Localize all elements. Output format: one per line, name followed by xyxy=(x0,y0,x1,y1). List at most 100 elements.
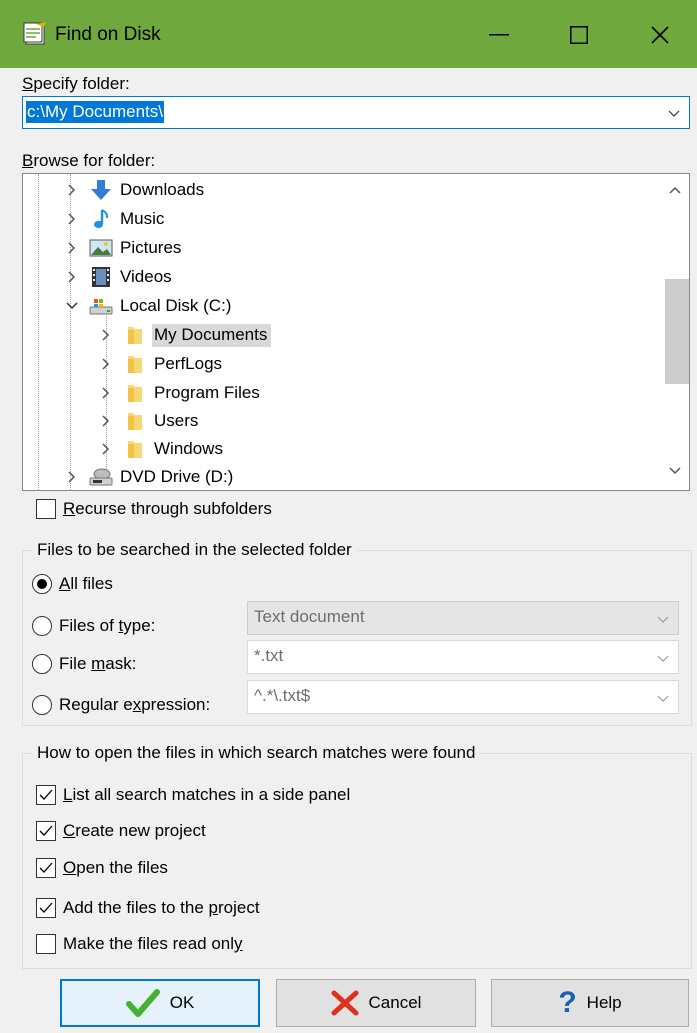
vertical-scrollbar[interactable] xyxy=(661,174,689,490)
file-type-value: Text document xyxy=(254,607,365,626)
tree-item-my-documents[interactable]: My Documents xyxy=(98,321,272,349)
folder-icon xyxy=(122,382,148,404)
tree-item-label: Downloads xyxy=(120,179,205,199)
expand-arrow-icon[interactable] xyxy=(98,413,114,429)
files-of-type-option[interactable]: Files of type: xyxy=(32,616,155,636)
create-project-option[interactable]: Create new project xyxy=(36,821,206,841)
recurse-checkbox[interactable] xyxy=(36,499,56,519)
expand-arrow-icon[interactable] xyxy=(64,182,80,198)
tree-item-label: Users xyxy=(154,410,199,430)
tree-item-label: Program Files xyxy=(154,382,260,402)
expand-arrow-icon[interactable] xyxy=(64,240,80,256)
collapse-arrow-icon[interactable] xyxy=(64,298,80,314)
tree-item-pictures[interactable]: Pictures xyxy=(64,234,185,262)
film-icon xyxy=(88,266,114,288)
list-matches-checkbox[interactable] xyxy=(36,785,56,805)
file-mask-value[interactable]: *.txt xyxy=(254,646,283,666)
open-files-checkbox[interactable] xyxy=(36,858,56,878)
all-files-option[interactable]: All files xyxy=(32,574,113,594)
open-files-label: Open the files xyxy=(63,858,168,877)
checkmark-icon xyxy=(125,989,160,1017)
create-project-checkbox[interactable] xyxy=(36,821,56,841)
regex-combo[interactable]: ^.*\.txt$ xyxy=(247,680,679,714)
tree-item-program-files[interactable]: Program Files xyxy=(98,379,264,407)
regex-value[interactable]: ^.*\.txt$ xyxy=(254,686,310,706)
folder-value[interactable]: c:\My Documents\ xyxy=(26,101,165,123)
read-only-option[interactable]: Make the files read only xyxy=(36,934,243,954)
cancel-button[interactable]: Cancel xyxy=(276,979,476,1027)
checkmark-icon xyxy=(39,902,53,913)
tree-item-perflogs[interactable]: PerfLogs xyxy=(98,350,226,378)
expand-arrow-icon[interactable] xyxy=(98,441,114,457)
folder-combo[interactable]: c:\My Documents\ xyxy=(22,96,690,129)
cancel-label: Cancel xyxy=(368,993,422,1012)
chevron-down-icon[interactable] xyxy=(657,655,669,662)
close-button[interactable] xyxy=(632,12,688,58)
tree-item-local-disk[interactable]: Local Disk (C:) xyxy=(64,292,235,320)
all-files-radio[interactable] xyxy=(32,574,52,594)
tree-item-downloads[interactable]: Downloads xyxy=(64,176,208,204)
expand-arrow-icon[interactable] xyxy=(64,269,80,285)
files-group-title: Files to be searched in the selected fol… xyxy=(32,540,357,560)
ok-button[interactable]: OK xyxy=(60,979,260,1027)
tree-item-label: Local Disk (C:) xyxy=(120,295,232,315)
regex-label: Regular expression: xyxy=(59,695,211,714)
file-mask-option[interactable]: File mask: xyxy=(32,654,136,674)
all-files-label: All files xyxy=(59,574,113,593)
tree-item-music[interactable]: Music xyxy=(64,205,168,233)
music-note-icon xyxy=(88,208,114,230)
tree-item-label: Music xyxy=(120,208,165,228)
tree-item-label: Videos xyxy=(120,266,172,286)
regex-option[interactable]: Regular expression: xyxy=(32,695,210,715)
browse-folder-label: Browse for folder: xyxy=(22,151,156,170)
ok-label: OK xyxy=(169,993,195,1012)
local-disk-icon xyxy=(88,295,114,317)
file-type-dropdown[interactable]: Text document xyxy=(247,601,679,635)
chevron-down-icon[interactable] xyxy=(657,616,669,623)
download-icon xyxy=(88,179,114,201)
tree-item-label: My Documents xyxy=(152,323,272,347)
expand-arrow-icon[interactable] xyxy=(98,327,114,343)
recurse-option[interactable]: Recurse through subfolders xyxy=(36,499,272,519)
file-mask-combo[interactable]: *.txt xyxy=(247,640,679,674)
read-only-label: Make the files read only xyxy=(63,934,243,953)
checkmark-icon xyxy=(39,862,53,873)
scroll-down-icon[interactable] xyxy=(669,467,681,475)
pictures-icon xyxy=(88,237,114,259)
read-only-checkbox[interactable] xyxy=(36,934,56,954)
list-matches-option[interactable]: List all search matches in a side panel xyxy=(36,785,350,805)
expand-arrow-icon[interactable] xyxy=(98,356,114,372)
file-mask-radio[interactable] xyxy=(32,654,52,674)
help-question-icon: ? xyxy=(558,986,577,1019)
open-files-option[interactable]: Open the files xyxy=(36,858,168,878)
scroll-up-icon[interactable] xyxy=(669,186,681,194)
tree-item-windows[interactable]: Windows xyxy=(98,435,227,463)
add-to-project-option[interactable]: Add the files to the project xyxy=(36,898,260,918)
maximize-button[interactable] xyxy=(551,12,607,58)
expand-arrow-icon[interactable] xyxy=(64,211,80,227)
open-files-group-title: How to open the files in which search ma… xyxy=(32,743,481,763)
minimize-button[interactable] xyxy=(471,12,527,58)
chevron-down-icon[interactable] xyxy=(657,695,669,702)
recurse-label: Recurse through subfolders xyxy=(63,499,272,518)
tree-item-users[interactable]: Users xyxy=(98,407,202,435)
chevron-down-icon[interactable] xyxy=(668,110,680,117)
files-of-type-label: Files of type: xyxy=(59,616,156,635)
expand-arrow-icon[interactable] xyxy=(64,469,80,485)
minimize-icon xyxy=(489,34,509,36)
expand-arrow-icon[interactable] xyxy=(98,385,114,401)
checkmark-icon xyxy=(39,789,53,800)
tree-item-label: Pictures xyxy=(120,237,182,257)
help-label: Help xyxy=(586,993,622,1012)
help-button[interactable]: ? Help xyxy=(491,979,689,1027)
add-to-project-checkbox[interactable] xyxy=(36,898,56,918)
tree-item-dvd-drive[interactable]: DVD Drive (D:) xyxy=(64,463,237,490)
scrollbar-thumb[interactable] xyxy=(665,279,689,384)
file-mask-label: File mask: xyxy=(59,654,137,673)
create-project-label: Create new project xyxy=(63,821,206,840)
regex-radio[interactable] xyxy=(32,695,52,715)
files-of-type-radio[interactable] xyxy=(32,616,52,636)
folder-tree[interactable]: Downloads Music Pictures Videos Local Di… xyxy=(22,173,690,491)
tree-item-videos[interactable]: Videos xyxy=(64,263,176,291)
folder-icon xyxy=(122,438,148,460)
